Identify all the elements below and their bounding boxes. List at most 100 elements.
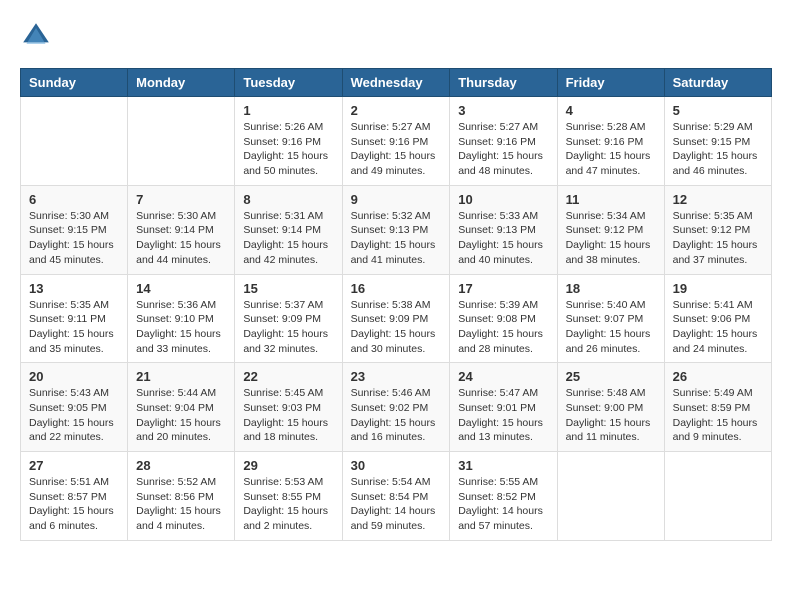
calendar-day-cell [128, 97, 235, 186]
day-info: Sunrise: 5:44 AM Sunset: 9:04 PM Dayligh… [136, 386, 226, 445]
day-info: Sunrise: 5:36 AM Sunset: 9:10 PM Dayligh… [136, 298, 226, 357]
day-info: Sunrise: 5:38 AM Sunset: 9:09 PM Dayligh… [351, 298, 442, 357]
calendar-day-cell: 25Sunrise: 5:48 AM Sunset: 9:00 PM Dayli… [557, 363, 664, 452]
day-number: 28 [136, 458, 226, 473]
day-info: Sunrise: 5:30 AM Sunset: 9:15 PM Dayligh… [29, 209, 119, 268]
calendar-day-cell: 6 Sunrise: 5:30 AM Sunset: 9:15 PM Daylig… [21, 185, 128, 274]
calendar-day-cell: 19 Sunrise: 5:41 AM Sunset: 9:06 PM Dayli… [664, 274, 771, 363]
day-number: 5 [673, 103, 763, 118]
day-info: Sunrise: 5:33 AM Sunset: 9:13 PM Dayligh… [458, 209, 548, 268]
day-number: 30 [351, 458, 442, 473]
day-info: Sunrise: 5:37 AM Sunset: 9:09 PM Dayligh… [243, 298, 333, 357]
day-number: 16 [351, 281, 442, 296]
logo [20, 20, 56, 52]
day-number: 7 [136, 192, 226, 207]
day-number: 4 [566, 103, 656, 118]
calendar-day-header: Wednesday [342, 69, 450, 97]
day-info: Sunrise: 5:27 AM Sunset: 9:16 PM Dayligh… [458, 120, 548, 179]
calendar-day-header: Friday [557, 69, 664, 97]
day-number: 26 [673, 369, 763, 384]
calendar-day-header: Tuesday [235, 69, 342, 97]
day-info: Sunrise: 5:49 AM Sunset: 8:59 PM Dayligh… [673, 386, 763, 445]
day-info: Sunrise: 5:31 AM Sunset: 9:14 PM Dayligh… [243, 209, 333, 268]
day-number: 3 [458, 103, 548, 118]
calendar-day-cell: 10 Sunrise: 5:33 AM Sunset: 9:13 PM Dayli… [450, 185, 557, 274]
calendar-day-cell: 31 Sunrise: 5:55 AM Sunset: 8:52 PM Dayli… [450, 452, 557, 541]
day-info: Sunrise: 5:35 AM Sunset: 9:11 PM Dayligh… [29, 298, 119, 357]
calendar-day-cell: 5Sunrise: 5:29 AM Sunset: 9:15 PM Daylig… [664, 97, 771, 186]
day-number: 22 [243, 369, 333, 384]
logo-icon [20, 20, 52, 52]
calendar-day-cell: 14 Sunrise: 5:36 AM Sunset: 9:10 PM Dayli… [128, 274, 235, 363]
calendar-week-row: 6 Sunrise: 5:30 AM Sunset: 9:15 PM Daylig… [21, 185, 772, 274]
day-info: Sunrise: 5:35 AM Sunset: 9:12 PM Dayligh… [673, 209, 763, 268]
day-number: 23 [351, 369, 442, 384]
day-number: 29 [243, 458, 333, 473]
calendar-day-cell: 1 Sunrise: 5:26 AM Sunset: 9:16 PM Daylig… [235, 97, 342, 186]
day-number: 14 [136, 281, 226, 296]
calendar-day-cell: 16 Sunrise: 5:38 AM Sunset: 9:09 PM Dayli… [342, 274, 450, 363]
calendar-day-cell [664, 452, 771, 541]
calendar-day-cell: 4 Sunrise: 5:28 AM Sunset: 9:16 PM Daylig… [557, 97, 664, 186]
day-number: 31 [458, 458, 548, 473]
calendar-week-row: 27 Sunrise: 5:51 AM Sunset: 8:57 PM Dayli… [21, 452, 772, 541]
day-number: 11 [566, 192, 656, 207]
day-number: 20 [29, 369, 119, 384]
day-info: Sunrise: 5:41 AM Sunset: 9:06 PM Dayligh… [673, 298, 763, 357]
calendar-day-header: Monday [128, 69, 235, 97]
day-number: 27 [29, 458, 119, 473]
calendar-day-cell: 11Sunrise: 5:34 AM Sunset: 9:12 PM Dayli… [557, 185, 664, 274]
day-number: 21 [136, 369, 226, 384]
calendar-day-cell: 24Sunrise: 5:47 AM Sunset: 9:01 PM Dayli… [450, 363, 557, 452]
day-number: 12 [673, 192, 763, 207]
day-number: 25 [566, 369, 656, 384]
calendar-day-header: Saturday [664, 69, 771, 97]
day-number: 9 [351, 192, 442, 207]
day-info: Sunrise: 5:51 AM Sunset: 8:57 PM Dayligh… [29, 475, 119, 534]
calendar-day-cell: 26 Sunrise: 5:49 AM Sunset: 8:59 PM Dayli… [664, 363, 771, 452]
calendar-day-cell: 9 Sunrise: 5:32 AM Sunset: 9:13 PM Daylig… [342, 185, 450, 274]
day-number: 19 [673, 281, 763, 296]
day-number: 15 [243, 281, 333, 296]
calendar-day-cell: 29 Sunrise: 5:53 AM Sunset: 8:55 PM Dayli… [235, 452, 342, 541]
page-header [20, 20, 772, 52]
calendar-day-cell: 20 Sunrise: 5:43 AM Sunset: 9:05 PM Dayli… [21, 363, 128, 452]
calendar-day-cell: 12 Sunrise: 5:35 AM Sunset: 9:12 PM Dayli… [664, 185, 771, 274]
day-info: Sunrise: 5:30 AM Sunset: 9:14 PM Dayligh… [136, 209, 226, 268]
day-info: Sunrise: 5:40 AM Sunset: 9:07 PM Dayligh… [566, 298, 656, 357]
day-info: Sunrise: 5:46 AM Sunset: 9:02 PM Dayligh… [351, 386, 442, 445]
calendar-day-cell: 28Sunrise: 5:52 AM Sunset: 8:56 PM Dayli… [128, 452, 235, 541]
day-number: 8 [243, 192, 333, 207]
day-info: Sunrise: 5:53 AM Sunset: 8:55 PM Dayligh… [243, 475, 333, 534]
day-info: Sunrise: 5:26 AM Sunset: 9:16 PM Dayligh… [243, 120, 333, 179]
day-info: Sunrise: 5:43 AM Sunset: 9:05 PM Dayligh… [29, 386, 119, 445]
day-info: Sunrise: 5:55 AM Sunset: 8:52 PM Dayligh… [458, 475, 548, 534]
calendar-day-cell: 17 Sunrise: 5:39 AM Sunset: 9:08 PM Dayli… [450, 274, 557, 363]
calendar-header-row: SundayMondayTuesdayWednesdayThursdayFrid… [21, 69, 772, 97]
calendar-day-cell [557, 452, 664, 541]
day-number: 17 [458, 281, 548, 296]
day-info: Sunrise: 5:32 AM Sunset: 9:13 PM Dayligh… [351, 209, 442, 268]
calendar-day-cell: 21 Sunrise: 5:44 AM Sunset: 9:04 PM Dayli… [128, 363, 235, 452]
day-number: 1 [243, 103, 333, 118]
calendar-day-cell: 22 Sunrise: 5:45 AM Sunset: 9:03 PM Dayli… [235, 363, 342, 452]
calendar-day-header: Sunday [21, 69, 128, 97]
calendar-day-header: Thursday [450, 69, 557, 97]
calendar-week-row: 1 Sunrise: 5:26 AM Sunset: 9:16 PM Daylig… [21, 97, 772, 186]
calendar-day-cell: 15 Sunrise: 5:37 AM Sunset: 9:09 PM Dayli… [235, 274, 342, 363]
day-number: 10 [458, 192, 548, 207]
day-info: Sunrise: 5:45 AM Sunset: 9:03 PM Dayligh… [243, 386, 333, 445]
calendar-day-cell: 8 Sunrise: 5:31 AM Sunset: 9:14 PM Daylig… [235, 185, 342, 274]
calendar-day-cell: 3 Sunrise: 5:27 AM Sunset: 9:16 PM Daylig… [450, 97, 557, 186]
calendar-day-cell: 27 Sunrise: 5:51 AM Sunset: 8:57 PM Dayli… [21, 452, 128, 541]
day-info: Sunrise: 5:54 AM Sunset: 8:54 PM Dayligh… [351, 475, 442, 534]
day-number: 24 [458, 369, 548, 384]
calendar-day-cell: 7 Sunrise: 5:30 AM Sunset: 9:14 PM Daylig… [128, 185, 235, 274]
calendar-week-row: 20 Sunrise: 5:43 AM Sunset: 9:05 PM Dayli… [21, 363, 772, 452]
day-number: 6 [29, 192, 119, 207]
day-info: Sunrise: 5:39 AM Sunset: 9:08 PM Dayligh… [458, 298, 548, 357]
day-info: Sunrise: 5:28 AM Sunset: 9:16 PM Dayligh… [566, 120, 656, 179]
calendar-day-cell: 18Sunrise: 5:40 AM Sunset: 9:07 PM Dayli… [557, 274, 664, 363]
calendar-day-cell: 2Sunrise: 5:27 AM Sunset: 9:16 PM Daylig… [342, 97, 450, 186]
calendar-week-row: 13Sunrise: 5:35 AM Sunset: 9:11 PM Dayli… [21, 274, 772, 363]
